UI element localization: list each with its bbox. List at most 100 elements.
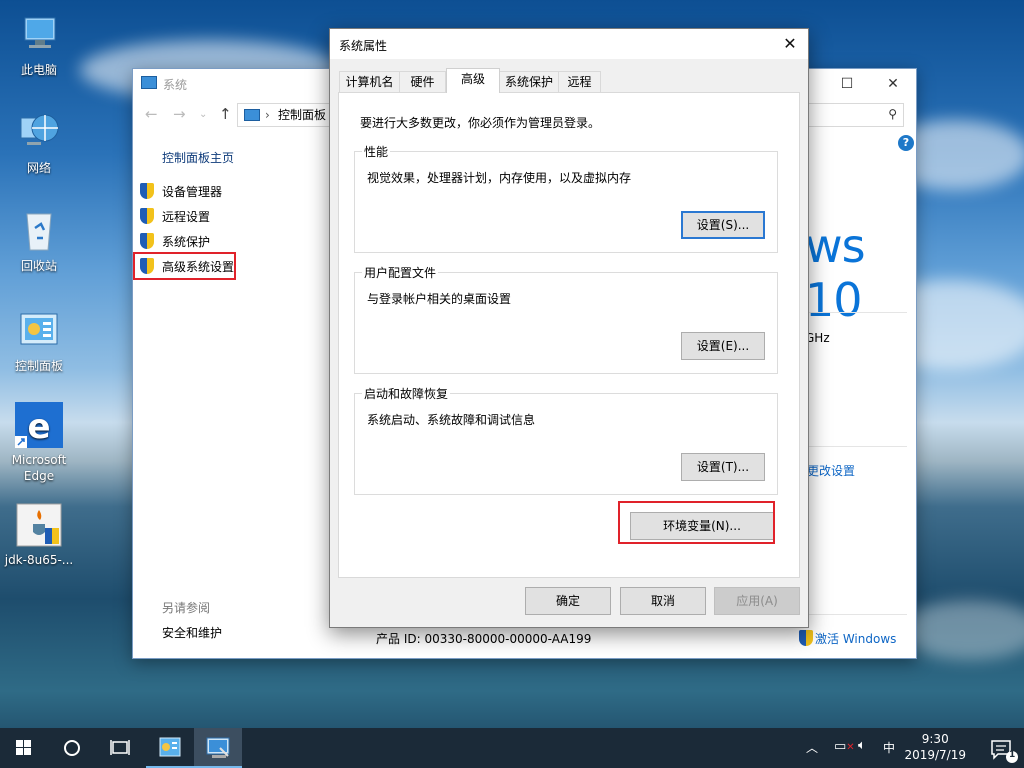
advanced-tab-panel: 要进行大多数更改，你必须作为管理员登录。 性能 视觉效果，处理器计划，内存使用，… (338, 92, 800, 578)
tab-hardware[interactable]: 硬件 (399, 71, 446, 92)
task-view-button[interactable] (96, 728, 144, 768)
performance-settings-button[interactable]: 设置(S)... (681, 211, 765, 239)
desktop-icon-label: 控制面板 (14, 359, 63, 373)
startup-recovery-settings-button[interactable]: 设置(T)... (681, 453, 765, 481)
notification-count: 1 (1009, 750, 1016, 760)
java-installer-icon (15, 502, 63, 548)
desktop-icon-label: 网络 (26, 161, 51, 175)
search-icon: ⚲ (888, 107, 897, 121)
activate-windows-link[interactable]: 激活 Windows (799, 630, 896, 647)
control-panel-icon (15, 308, 63, 354)
desktop-icon-label: Microsoft Edge (11, 453, 67, 483)
cancel-button[interactable]: 取消 (620, 587, 706, 615)
user-profile-group: 用户配置文件 与登录帐户相关的桌面设置 设置(E)... (354, 264, 778, 374)
taskbar-app-system-properties[interactable] (194, 728, 242, 768)
see-also-heading: 另请参阅 (162, 601, 211, 615)
dialog-title: 系统属性 (339, 39, 388, 53)
desktop-icon-control-panel[interactable]: 控制面板 (3, 308, 75, 374)
desktop-icon-jdk-installer[interactable]: jdk-8u65-... (3, 502, 75, 568)
taskbar-clock[interactable]: 9:30 2019/7/19 (904, 731, 966, 763)
control-panel-icon (159, 737, 181, 757)
shield-icon (140, 233, 154, 249)
input-method-indicator[interactable]: 中 (883, 739, 895, 756)
group-description: 视觉效果，处理器计划，内存使用，以及虚拟内存 (367, 171, 632, 185)
address-separator-icon: › (265, 108, 270, 122)
ok-button[interactable]: 确定 (525, 587, 611, 615)
group-label: 用户配置文件 (362, 264, 439, 281)
group-label: 启动和故障恢复 (362, 385, 451, 402)
volume-icon[interactable]: 🔈︎ (858, 738, 866, 753)
group-description: 与登录帐户相关的桌面设置 (367, 292, 512, 306)
dialog-titlebar[interactable]: 系统属性 ✕ (330, 29, 808, 59)
highlight-box (618, 501, 775, 544)
notification-icon (991, 740, 1018, 763)
shield-icon (140, 183, 154, 199)
desktop-icon-label: 回收站 (20, 259, 57, 273)
product-id-text: 产品 ID: 00330-80000-00000-AA199 (376, 632, 592, 646)
sidebar-item-system-protection[interactable]: 系统保护 (140, 233, 210, 250)
forward-arrow-icon[interactable]: → (173, 105, 186, 123)
windows-10-logo-text: ws 10 (805, 219, 866, 327)
tab-computer-name[interactable]: 计算机名 (339, 71, 400, 92)
control-panel-home-link[interactable]: 控制面板主页 (162, 149, 234, 166)
address-bar[interactable]: › 控制面板 (237, 103, 337, 127)
desktop-icon-this-pc[interactable]: 此电脑 (3, 12, 75, 78)
close-button[interactable]: ✕ (870, 73, 916, 95)
cloud (900, 600, 1024, 660)
divider (805, 614, 907, 615)
recent-dropdown-icon[interactable]: ⌄ (199, 109, 207, 120)
system-window-icon (141, 76, 157, 89)
highlight-box (133, 252, 236, 280)
maximize-button[interactable]: ☐ (824, 73, 870, 95)
divider (805, 446, 907, 447)
desktop-icon-recycle-bin[interactable]: 回收站 (3, 208, 75, 274)
admin-note: 要进行大多数更改，你必须作为管理员登录。 (360, 116, 601, 130)
up-arrow-icon[interactable]: ↑ (219, 105, 232, 123)
user-profile-settings-button[interactable]: 设置(E)... (681, 332, 765, 360)
network-disconnected-icon[interactable]: ▭✕ (834, 739, 855, 754)
back-arrow-icon[interactable]: ← (145, 105, 158, 123)
show-hidden-icons-chevron-icon[interactable]: ︿ (806, 739, 818, 756)
sidebar-item-device-manager[interactable]: 设备管理器 (140, 183, 222, 200)
divider (805, 312, 907, 313)
computer-icon (15, 12, 63, 58)
system-properties-icon (206, 737, 230, 758)
sidebar-item-label: 设备管理器 (162, 185, 223, 199)
dialog-close-button[interactable]: ✕ (772, 29, 808, 59)
svg-text:e: e (27, 407, 50, 447)
desktop-icon-edge[interactable]: e Microsoft Edge (3, 402, 75, 484)
desktop-icon-label: 此电脑 (20, 63, 57, 77)
search-input[interactable]: ⚲ (804, 103, 904, 127)
network-icon (15, 110, 63, 156)
tab-remote[interactable]: 远程 (558, 71, 601, 92)
task-view-icon (110, 740, 130, 755)
change-settings-link[interactable]: 更改设置 (807, 462, 855, 479)
address-text: 控制面板 (278, 108, 327, 122)
recycle-bin-icon (15, 208, 63, 254)
sidebar-item-label: 系统保护 (162, 235, 211, 249)
start-button[interactable] (0, 728, 48, 768)
startup-recovery-group: 启动和故障恢复 系统启动、系统故障和调试信息 设置(T)... (354, 385, 778, 495)
system-window-title: 系统 (163, 78, 188, 92)
system-properties-dialog: 系统属性 ✕ 计算机名 硬件 高级 系统保护 远程 要进行大多数更改，你必须作为… (329, 28, 809, 628)
group-label: 性能 (362, 143, 391, 160)
sidebar-item-remote-settings[interactable]: 远程设置 (140, 208, 210, 225)
search-button[interactable] (48, 728, 96, 768)
control-panel-icon (244, 109, 260, 121)
edge-icon: e (15, 402, 63, 448)
help-icon[interactable]: ? (898, 135, 914, 151)
shield-icon (799, 630, 813, 646)
apply-button[interactable]: 应用(A) (714, 587, 800, 615)
taskbar-app-control-panel[interactable] (146, 728, 194, 768)
cortana-circle-icon (64, 740, 80, 756)
desktop-icon-network[interactable]: 网络 (3, 110, 75, 176)
group-description: 系统启动、系统故障和调试信息 (367, 413, 536, 427)
activate-windows-label: 激活 Windows (815, 632, 897, 646)
tab-advanced[interactable]: 高级 (446, 68, 500, 93)
performance-group: 性能 视觉效果，处理器计划，内存使用，以及虚拟内存 设置(S)... (354, 143, 778, 253)
security-maintenance-link[interactable]: 安全和维护 (162, 624, 222, 641)
taskbar: ︿ ▭✕ 🔈︎ 中 9:30 2019/7/19 1 (0, 728, 1024, 768)
clock-time: 9:30 (921, 732, 949, 746)
action-center-button[interactable]: 1 (980, 728, 1024, 768)
tab-system-protection[interactable]: 系统保护 (499, 71, 559, 92)
